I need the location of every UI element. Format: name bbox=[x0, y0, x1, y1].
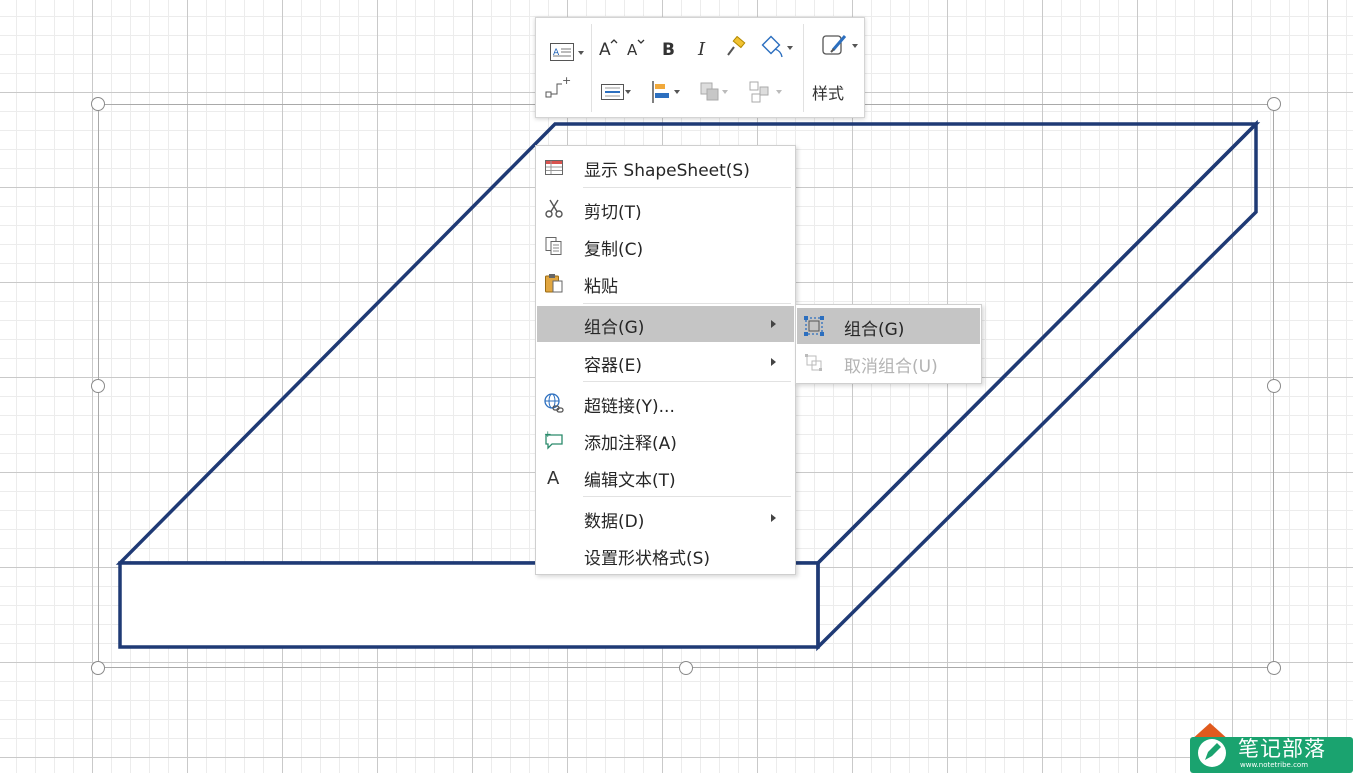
resize-handle-bottom-middle[interactable] bbox=[679, 661, 693, 675]
context-menu: 显示 ShapeSheet(S) 剪切(T) 复制(C) 粘贴 组合(G) 容器… bbox=[535, 145, 796, 575]
text-block-icon: A bbox=[550, 43, 574, 61]
svg-text:+: + bbox=[562, 74, 571, 87]
italic-icon: I bbox=[697, 39, 706, 59]
hyperlink-icon bbox=[544, 393, 564, 413]
copy-icon bbox=[545, 237, 562, 255]
quick-styles-button[interactable] bbox=[812, 28, 858, 62]
menu-item-show-shapesheet[interactable]: 显示 ShapeSheet(S) bbox=[537, 149, 794, 185]
svg-text:B: B bbox=[662, 40, 675, 59]
menu-item-label: 编辑文本(T) bbox=[584, 471, 676, 491]
group-submenu: 组合(G) 取消组合(U) bbox=[795, 304, 982, 384]
bring-forward-button[interactable] bbox=[690, 78, 730, 106]
quick-styles-icon bbox=[822, 35, 847, 55]
menu-separator bbox=[583, 187, 791, 188]
add-comment-icon: + bbox=[544, 430, 563, 450]
submenu-item-ungroup[interactable]: 取消组合(U) bbox=[797, 345, 980, 381]
cut-icon bbox=[545, 199, 563, 218]
svg-text:I: I bbox=[697, 39, 706, 59]
submenu-arrow-icon bbox=[771, 514, 776, 522]
submenu-item-label: 组合(G) bbox=[844, 320, 905, 340]
mini-toolbar: A + A A B I 样式 bbox=[535, 17, 865, 118]
menu-item-add-comment[interactable]: + 添加注释(A) bbox=[537, 422, 794, 458]
format-painter-button[interactable] bbox=[723, 34, 749, 62]
menu-separator bbox=[583, 381, 791, 382]
resize-handle-bottom-left[interactable] bbox=[91, 661, 105, 675]
styles-label[interactable]: 样式 bbox=[812, 80, 844, 104]
bring-forward-icon bbox=[700, 82, 719, 101]
watermark-logo: 笔记部落 www.notetribe.com bbox=[1186, 723, 1353, 773]
svg-text:A: A bbox=[547, 468, 560, 488]
menu-item-label: 显示 ShapeSheet(S) bbox=[584, 161, 750, 181]
line-style-button[interactable] bbox=[592, 78, 634, 106]
svg-text:+: + bbox=[544, 430, 552, 440]
edit-text-icon: A bbox=[547, 468, 560, 488]
watermark-title: 笔记部落 bbox=[1238, 737, 1326, 761]
shrink-font-button[interactable]: A bbox=[624, 34, 648, 62]
submenu-item-group[interactable]: 组合(G) bbox=[797, 308, 980, 344]
line-style-icon bbox=[601, 84, 624, 100]
menu-item-label: 剪切(T) bbox=[584, 203, 642, 223]
menu-item-label: 设置形状格式(S) bbox=[584, 549, 711, 569]
menu-item-label: 组合(G) bbox=[584, 318, 645, 338]
resize-handle-middle-right[interactable] bbox=[1267, 379, 1281, 393]
submenu-item-label: 取消组合(U) bbox=[844, 357, 938, 377]
text-block-button[interactable]: A bbox=[542, 40, 584, 64]
menu-item-label: 超链接(Y)... bbox=[584, 397, 675, 417]
resize-handle-top-left[interactable] bbox=[91, 97, 105, 111]
menu-item-paste[interactable]: 粘贴 bbox=[537, 265, 794, 301]
group-icon bbox=[804, 316, 824, 336]
connector-icon: + bbox=[545, 74, 571, 98]
align-icon bbox=[652, 81, 669, 103]
submenu-arrow-icon bbox=[771, 320, 776, 328]
menu-item-data[interactable]: 数据(D) bbox=[537, 500, 794, 536]
menu-item-edit-text[interactable]: A 编辑文本(T) bbox=[537, 459, 794, 495]
ungroup-icon bbox=[805, 354, 822, 371]
menu-item-hyperlink[interactable]: 超链接(Y)... bbox=[537, 385, 794, 421]
send-backward-icon bbox=[749, 81, 769, 103]
shrink-font-icon: A bbox=[627, 39, 645, 59]
bold-icon: B bbox=[662, 40, 675, 59]
svg-text:A: A bbox=[627, 41, 638, 59]
watermark-url: www.notetribe.com bbox=[1240, 761, 1309, 769]
menu-item-label: 复制(C) bbox=[584, 240, 644, 260]
shapesheet-icon bbox=[545, 160, 563, 175]
bold-button[interactable]: B bbox=[657, 34, 681, 62]
toolbar-separator bbox=[803, 24, 804, 112]
fill-line-button[interactable] bbox=[753, 32, 793, 62]
menu-item-cut[interactable]: 剪切(T) bbox=[537, 191, 794, 227]
menu-separator bbox=[583, 303, 791, 304]
menu-item-copy[interactable]: 复制(C) bbox=[537, 228, 794, 264]
align-button[interactable] bbox=[640, 78, 682, 106]
menu-item-label: 数据(D) bbox=[584, 512, 645, 532]
italic-button[interactable]: I bbox=[691, 34, 715, 62]
grow-font-icon: A bbox=[599, 39, 618, 59]
submenu-arrow-icon bbox=[771, 358, 776, 366]
svg-text:A: A bbox=[599, 40, 611, 59]
resize-handle-top-right[interactable] bbox=[1267, 97, 1281, 111]
send-backward-button[interactable] bbox=[736, 78, 784, 106]
grow-font-button[interactable]: A bbox=[596, 34, 620, 62]
menu-item-label: 容器(E) bbox=[584, 356, 643, 376]
menu-item-group[interactable]: 组合(G) bbox=[537, 306, 794, 342]
resize-handle-middle-left[interactable] bbox=[91, 379, 105, 393]
fill-line-icon bbox=[761, 35, 783, 58]
format-painter-icon bbox=[727, 36, 746, 56]
menu-item-label: 添加注释(A) bbox=[584, 434, 677, 454]
paste-icon bbox=[545, 274, 563, 293]
resize-handle-bottom-right[interactable] bbox=[1267, 661, 1281, 675]
menu-item-format-shape[interactable]: 设置形状格式(S) bbox=[537, 537, 794, 573]
menu-separator bbox=[583, 496, 791, 497]
connector-button[interactable]: + bbox=[542, 73, 572, 103]
menu-item-container[interactable]: 容器(E) bbox=[537, 344, 794, 380]
menu-item-label: 粘贴 bbox=[584, 277, 618, 297]
